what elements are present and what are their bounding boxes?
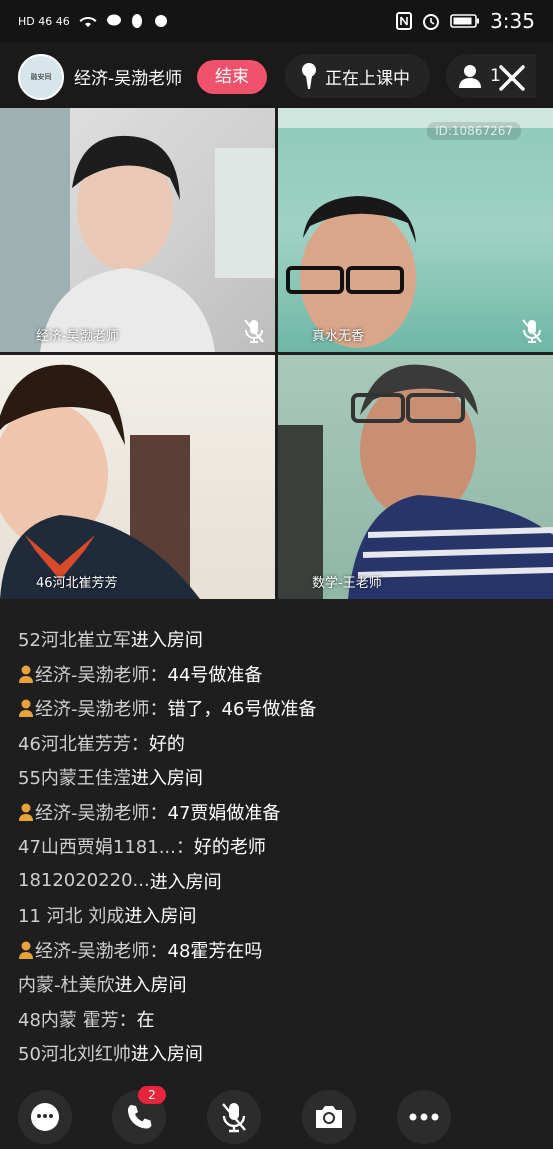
chat-message: 1812020220... 进入房间 xyxy=(18,864,538,899)
chat-user: 11 河北 刘成 xyxy=(18,906,125,928)
cloud-icon xyxy=(154,15,167,27)
chat-text: 在 xyxy=(136,1009,155,1031)
close-icon[interactable] xyxy=(494,60,530,96)
chat-text: 进入房间 xyxy=(130,1044,203,1066)
mic-off-icon xyxy=(244,319,264,343)
room-id-badge: ID:10867267 xyxy=(427,122,521,140)
chat-user: 52河北崔立军 xyxy=(18,630,131,652)
chat-text: 好的老师 xyxy=(193,837,266,859)
chat-text: 好的 xyxy=(148,733,185,755)
chat-text: 进入房间 xyxy=(130,768,203,790)
message-icon xyxy=(106,14,121,26)
clock: 3:35 xyxy=(490,9,535,33)
chat-message: 55内蒙王佳滢 进入房间 xyxy=(18,760,538,795)
chat-text: 48霍芳在吗 xyxy=(167,940,263,962)
mic-off-icon xyxy=(522,319,542,343)
chat-message: 经济-吴渤老师： 47贾娟做准备 xyxy=(18,795,538,830)
video-label: 46河北崔芳芳 xyxy=(36,576,118,591)
video-tile[interactable]: ID:10867267 真水无香 xyxy=(278,108,553,352)
chat-user: 内蒙-杜美欣 xyxy=(18,975,115,997)
mute-button[interactable] xyxy=(207,1090,261,1144)
class-status[interactable]: 正在上课中 xyxy=(285,54,430,98)
qq-icon xyxy=(131,14,142,28)
host-name: 经济-吴渤老师 xyxy=(74,69,183,89)
video-tile[interactable]: 46河北崔芳芳 xyxy=(0,355,275,599)
mic-off-icon xyxy=(222,1103,246,1133)
chat-user: 经济-吴渤老师： xyxy=(35,664,168,686)
camera-button[interactable] xyxy=(302,1090,356,1144)
video-tile[interactable]: 数学-王老师 xyxy=(278,355,553,599)
chat-text: 47贾娟做准备 xyxy=(167,802,281,824)
chat-bubble-icon xyxy=(31,1103,59,1131)
end-button[interactable]: 结束 xyxy=(197,60,267,94)
chat-user: 47山西贾娟1181...： xyxy=(18,837,194,859)
chat-message: 经济-吴渤老师： 44号做准备 xyxy=(18,657,538,692)
teacher-icon xyxy=(19,941,33,959)
chat-message: 经济-吴渤老师： 48霍芳在吗 xyxy=(18,933,538,968)
chat-user: 1812020220... xyxy=(18,870,150,892)
chat-button[interactable] xyxy=(18,1090,72,1144)
chat-message: 内蒙-杜美欣 进入房间 xyxy=(18,967,538,1002)
chat-user: 50河北刘红帅 xyxy=(18,1044,131,1066)
chat-user: 48内蒙 霍芳： xyxy=(18,1009,137,1031)
nfc-icon xyxy=(396,12,413,30)
more-icon xyxy=(409,1113,439,1121)
video-label: 真水无香 xyxy=(312,329,365,344)
participant-video xyxy=(278,364,553,599)
chat-text: 进入房间 xyxy=(130,630,203,652)
more-button[interactable] xyxy=(397,1090,451,1144)
chat-message: 48内蒙 霍芳：在 xyxy=(18,1002,538,1037)
teacher-icon xyxy=(19,665,33,683)
chat-text: 进入房间 xyxy=(149,871,222,893)
battery-icon xyxy=(450,14,480,28)
signal-info: HD 46 46 xyxy=(18,14,70,28)
teacher-icon xyxy=(19,803,33,821)
chat-text: 进入房间 xyxy=(124,906,197,928)
wifi-icon xyxy=(79,17,97,27)
chat-user: 经济-吴渤老师： xyxy=(35,699,168,721)
chat-user: 46河北崔芳芳： xyxy=(18,733,149,755)
video-label: 经济-吴渤老师 xyxy=(36,329,119,344)
class-status-label: 正在上课中 xyxy=(325,68,410,89)
chat-text: 错了，46号做准备 xyxy=(167,699,317,721)
microphone-icon xyxy=(302,63,316,89)
status-right: 3:35 xyxy=(396,9,535,33)
chat-user: 经济-吴渤老师： xyxy=(35,940,168,962)
bottom-toolbar: 2 xyxy=(0,1086,553,1149)
chat-user: 55内蒙王佳滢 xyxy=(18,768,131,790)
chat-message: 50河北刘红帅 进入房间 xyxy=(18,1036,538,1071)
avatar-text: 融安同 xyxy=(30,72,52,81)
room-header: 融安同 经济-吴渤老师 结束 正在上课中 1 xyxy=(0,42,553,108)
chat-message: 47山西贾娟1181...： 好的老师 xyxy=(18,829,538,864)
chat-user: 经济-吴渤老师： xyxy=(35,802,168,824)
avatar[interactable]: 融安同 xyxy=(18,54,64,100)
status-bar: HD 46 46 3:35 xyxy=(0,0,553,42)
participant-video xyxy=(0,364,200,599)
chat-text: 进入房间 xyxy=(114,975,187,997)
phone-icon xyxy=(128,1105,152,1129)
chat-message: 46河北崔芳芳： 好的 xyxy=(18,726,538,761)
chat-text: 44号做准备 xyxy=(167,664,263,686)
phone-badge: 2 xyxy=(138,1086,166,1104)
camera-icon xyxy=(316,1106,342,1128)
chat-message: 11 河北 刘成 进入房间 xyxy=(18,898,538,933)
participant-video xyxy=(278,108,553,348)
chat-message: 52河北崔立军 进入房间 xyxy=(18,622,538,657)
person-icon xyxy=(459,65,481,88)
participant-video xyxy=(0,108,275,352)
chat-message: 经济-吴渤老师： 错了，46号做准备 xyxy=(18,691,538,726)
chat-list[interactable]: 52河北崔立军 进入房间 经济-吴渤老师： 44号做准备 经济-吴渤老师： 错了，4… xyxy=(18,622,538,1071)
video-label: 数学-王老师 xyxy=(312,576,382,591)
alarm-icon xyxy=(423,14,440,30)
video-tile[interactable]: 经济-吴渤老师 xyxy=(0,108,275,352)
teacher-icon xyxy=(19,699,33,718)
status-left: HD 46 46 xyxy=(18,13,170,29)
